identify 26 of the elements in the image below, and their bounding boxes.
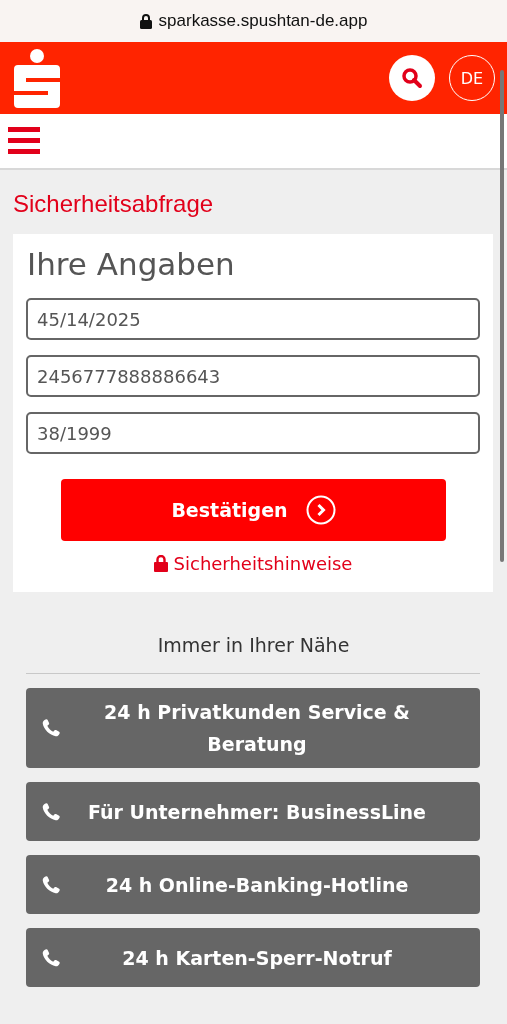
lock-icon: [153, 555, 168, 572]
logo-icon[interactable]: [14, 48, 60, 108]
input-field[interactable]: 2456777888886643: [26, 355, 480, 397]
input-field[interactable]: 38/1999: [26, 412, 480, 454]
chevron-circle-icon: [305, 495, 336, 525]
contact-button[interactable]: 24 h Karten-Sperr-Notruf: [26, 928, 480, 987]
lock-icon: [139, 13, 152, 29]
phone-icon: [40, 873, 62, 896]
contact-button[interactable]: Für Unternehmer: BusinessLine: [26, 782, 480, 841]
menu-button[interactable]: [8, 127, 40, 155]
confirm-button[interactable]: Bestätigen: [61, 479, 446, 541]
phone-icon: [40, 800, 62, 823]
url-text: sparkasse.spushtan-de.app: [158, 11, 368, 31]
section-heading: Immer in Ihrer Nähe: [156, 634, 351, 656]
contact-button[interactable]: 24 h Online-Banking-Hotline: [26, 855, 480, 914]
search-icon: [401, 67, 423, 89]
phone-icon: [40, 946, 62, 969]
address-bar[interactable]: sparkasse.spushtan-de.app: [0, 0, 507, 42]
phone-icon: [40, 717, 62, 739]
scrollbar[interactable]: [500, 70, 504, 562]
input-field[interactable]: 45/14/2025: [26, 298, 480, 340]
search-button[interactable]: [389, 55, 435, 101]
security-link[interactable]: Sicherheitshinweise: [153, 553, 353, 574]
contact-button[interactable]: 24 h Privatkunden Service & Beratung: [26, 688, 480, 768]
page-title: Sicherheitsabfrage: [13, 190, 215, 219]
form-title: Ihre Angaben: [27, 246, 236, 282]
